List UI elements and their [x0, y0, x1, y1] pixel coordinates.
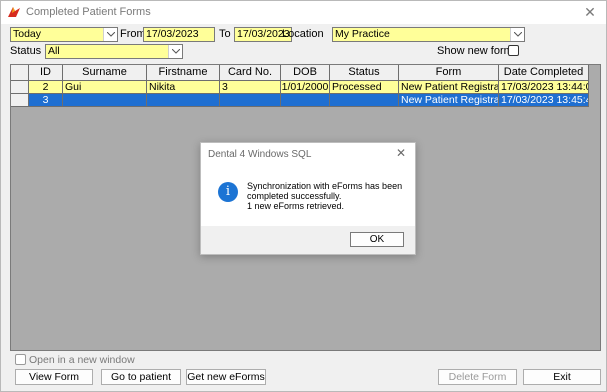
get-new-eforms-button[interactable]: Get new eForms: [186, 369, 266, 385]
table-row[interactable]: 3 New Patient Registration 17/03/2023 13…: [11, 94, 589, 107]
dialog-message-line: 1 new eForms retrieved.: [247, 201, 345, 211]
from-date-field[interactable]: 17/03/2023: [143, 27, 215, 42]
dialog-title: Dental 4 Windows SQL: [208, 149, 312, 160]
cell-id: 2: [29, 81, 63, 94]
delete-form-button[interactable]: Delete Form: [438, 369, 517, 385]
cell-card-no: 3: [220, 81, 281, 94]
cell-form: New Patient Registration: [399, 94, 499, 107]
dialog-message-line: completed successfully.: [247, 191, 342, 201]
period-combo[interactable]: Today: [10, 27, 118, 42]
show-new-forms-label: Show new forms: [437, 45, 519, 57]
column-header-form[interactable]: Form: [399, 65, 499, 81]
cell-firstname: [147, 94, 220, 107]
table-row[interactable]: 2 Gui Nikita 3 1/01/2000 Processed New P…: [11, 81, 589, 94]
column-header-id[interactable]: ID: [29, 65, 63, 81]
cell-status: [330, 94, 399, 107]
app-logo-icon: [8, 7, 20, 17]
window-close-icon[interactable]: ✕: [582, 4, 598, 20]
status-value: All: [48, 45, 60, 57]
dialog-footer: OK: [201, 226, 415, 254]
period-value: Today: [13, 28, 42, 40]
column-header-firstname[interactable]: Firstname: [147, 65, 220, 81]
cell-id: 3: [29, 94, 63, 107]
open-new-window-checkbox[interactable]: [15, 354, 26, 365]
cell-surname: [63, 94, 147, 107]
row-indicator: [11, 81, 29, 94]
title-bar: Completed Patient Forms ✕: [1, 1, 606, 24]
ok-button[interactable]: OK: [350, 232, 404, 247]
column-header-status[interactable]: Status: [330, 65, 399, 81]
status-combo[interactable]: All: [45, 44, 183, 59]
column-header-card-no[interactable]: Card No.: [220, 65, 281, 81]
view-form-button[interactable]: View Form: [15, 369, 93, 385]
column-header-surname[interactable]: Surname: [63, 65, 147, 81]
cell-dob: 1/01/2000: [281, 81, 330, 94]
chevron-down-icon[interactable]: [510, 28, 524, 41]
open-new-window-label: Open in a new window: [29, 354, 135, 366]
from-date-value: 17/03/2023: [146, 28, 199, 40]
info-icon: i: [218, 182, 238, 202]
row-indicator-header: [11, 65, 29, 81]
cell-surname: Gui: [63, 81, 147, 94]
dialog-message: Synchronization with eForms has been com…: [247, 181, 412, 211]
cell-firstname: Nikita: [147, 81, 220, 94]
cell-card-no: [220, 94, 281, 107]
completed-patient-forms-window: Completed Patient Forms ✕ Today From 17/…: [0, 0, 607, 392]
column-header-date-completed[interactable]: Date Completed: [499, 65, 589, 81]
location-value: My Practice: [335, 28, 390, 40]
to-label: To: [219, 28, 231, 40]
row-indicator: [11, 94, 29, 107]
show-new-forms-checkbox[interactable]: [508, 45, 519, 56]
status-label: Status: [10, 45, 42, 57]
cell-form: New Patient Registration: [399, 81, 499, 94]
cell-date-completed: 17/03/2023 13:45:46: [499, 94, 589, 107]
window-title: Completed Patient Forms: [26, 6, 151, 18]
go-to-patient-button[interactable]: Go to patient: [101, 369, 181, 385]
cell-dob: [281, 94, 330, 107]
grid-header: ID Surname Firstname Card No. DOB Status…: [11, 65, 589, 81]
dialog-close-icon[interactable]: ✕: [396, 146, 406, 160]
exit-button[interactable]: Exit: [523, 369, 601, 385]
location-label: Location: [282, 28, 324, 40]
column-header-dob[interactable]: DOB: [281, 65, 330, 81]
from-label: From: [120, 28, 146, 40]
location-combo[interactable]: My Practice: [332, 27, 525, 42]
dialog-message-line: Synchronization with eForms has been: [247, 181, 403, 191]
chevron-down-icon[interactable]: [168, 45, 182, 58]
cell-date-completed: 17/03/2023 13:44:08: [499, 81, 589, 94]
cell-status: Processed: [330, 81, 399, 94]
chevron-down-icon[interactable]: [103, 28, 117, 41]
sync-complete-dialog: Dental 4 Windows SQL ✕ i Synchronization…: [200, 142, 416, 255]
